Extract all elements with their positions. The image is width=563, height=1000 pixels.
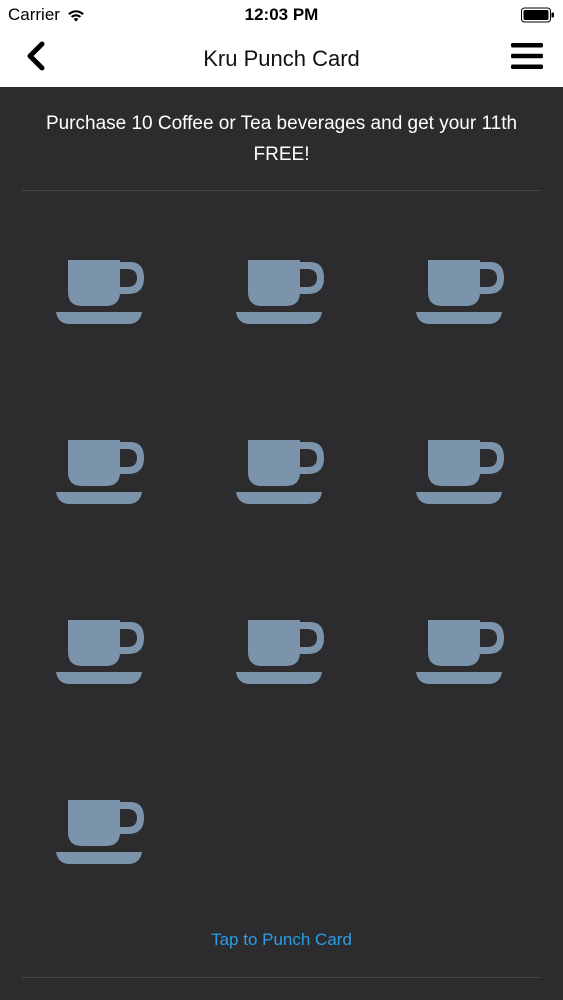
coffee-cup-icon[interactable] xyxy=(414,256,504,326)
coffee-cup-icon[interactable] xyxy=(414,436,504,506)
hamburger-menu-icon xyxy=(511,42,543,75)
tap-to-punch-button[interactable]: Tap to Punch Card xyxy=(0,930,563,950)
coffee-cup-icon[interactable] xyxy=(54,256,144,326)
coffee-cup-icon[interactable] xyxy=(234,616,324,686)
coffee-cup-icon[interactable] xyxy=(234,436,324,506)
chevron-left-icon xyxy=(24,41,48,76)
menu-button[interactable] xyxy=(505,38,549,78)
battery-icon xyxy=(521,7,555,23)
coffee-cup-icon[interactable] xyxy=(414,616,504,686)
divider xyxy=(22,190,541,191)
coffee-cup-icon[interactable] xyxy=(234,256,324,326)
navigation-bar: Kru Punch Card xyxy=(0,30,563,87)
coffee-cup-icon[interactable] xyxy=(54,796,144,866)
promo-text: Purchase 10 Coffee or Tea beverages and … xyxy=(45,113,518,165)
status-time: 12:03 PM xyxy=(244,5,319,24)
back-button[interactable] xyxy=(14,38,58,78)
page-title: Kru Punch Card xyxy=(203,46,360,71)
coffee-cup-icon[interactable] xyxy=(54,436,144,506)
coffee-cup-icon[interactable] xyxy=(54,616,144,686)
status-bar: Carrier 12:03 PM xyxy=(0,0,563,30)
divider xyxy=(22,977,541,978)
